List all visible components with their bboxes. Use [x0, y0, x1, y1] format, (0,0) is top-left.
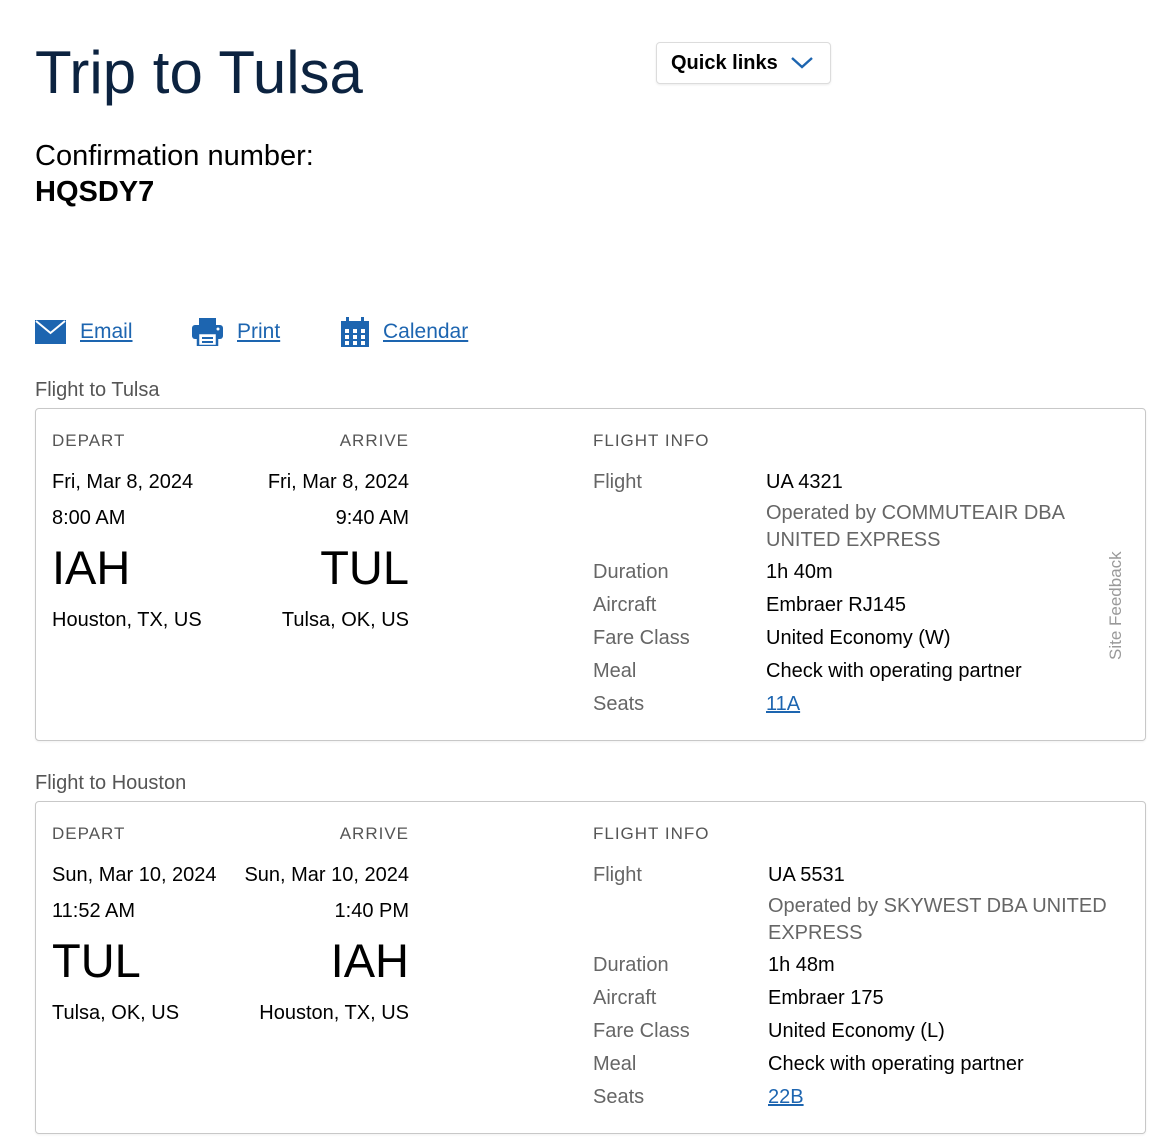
- arrive-date: Fri, Mar 8, 2024: [267, 471, 409, 493]
- email-link-label: Email: [80, 320, 133, 343]
- print-link-label: Print: [237, 320, 281, 343]
- print-link[interactable]: Print: [192, 314, 280, 350]
- operated-by: Operated by SKYWEST DBA UNITED EXPRESS: [768, 895, 1107, 944]
- meal-value: Check with operating partner: [766, 660, 1022, 682]
- depart-date: Sun, Mar 10, 2024: [52, 864, 217, 886]
- depart-airport-code: IAH: [52, 541, 131, 594]
- calendar-link[interactable]: Calendar: [341, 314, 468, 350]
- aircraft-value: Embraer RJ145: [766, 594, 907, 616]
- aircraft-label: Aircraft: [593, 594, 657, 616]
- quick-links-dropdown[interactable]: Quick links: [656, 42, 831, 84]
- confirmation-number: HQSDY7: [35, 176, 155, 208]
- depart-time: 8:00 AM: [52, 507, 126, 529]
- arrive-header: ARRIVE: [339, 824, 409, 843]
- aircraft-value: Embraer 175: [768, 987, 884, 1009]
- confirmation-label: Confirmation number:: [35, 140, 314, 172]
- duration-value: 1h 48m: [768, 954, 835, 976]
- meal-value: Check with operating partner: [768, 1053, 1024, 1075]
- duration-label: Duration: [593, 561, 669, 583]
- flight-info-header: FLIGHT INFO: [593, 431, 710, 450]
- arrive-city: Houston, TX, US: [259, 1002, 409, 1024]
- meal-label: Meal: [593, 660, 637, 682]
- fare-class-label: Fare Class: [593, 1020, 690, 1042]
- fare-class-label: Fare Class: [593, 627, 690, 649]
- section-title-flight-to-houston: Flight to Houston: [35, 772, 187, 794]
- flight-number: UA 5531: [768, 864, 845, 886]
- flight-card: DEPART ARRIVE FLIGHT INFO Fri, Mar 8, 20…: [35, 408, 1146, 741]
- flight-info-header: FLIGHT INFO: [593, 824, 710, 843]
- email-icon: [35, 320, 66, 344]
- operated-by: Operated by COMMUTEAIR DBA UNITED EXPRES…: [766, 502, 1064, 551]
- quick-links-label: Quick links: [671, 51, 778, 74]
- arrive-header: ARRIVE: [339, 431, 409, 450]
- depart-city: Houston, TX, US: [52, 609, 202, 631]
- duration-label: Duration: [593, 954, 669, 976]
- chevron-down-icon: [790, 56, 814, 70]
- flight-label: Flight: [593, 864, 642, 886]
- fare-class-value: United Economy (L): [768, 1020, 945, 1042]
- seats-label: Seats: [593, 1086, 645, 1108]
- depart-header: DEPART: [52, 431, 126, 450]
- seat-link[interactable]: 11A: [766, 693, 800, 716]
- seat-link[interactable]: 22B: [768, 1086, 804, 1109]
- depart-header: DEPART: [52, 824, 126, 843]
- calendar-icon: [341, 317, 369, 347]
- arrive-city: Tulsa, OK, US: [281, 609, 409, 631]
- fare-class-value: United Economy (W): [766, 627, 951, 649]
- flight-label: Flight: [593, 471, 642, 493]
- arrive-time: 1:40 PM: [334, 900, 409, 922]
- flight-card: DEPART ARRIVE FLIGHT INFO Sun, Mar 10, 2…: [35, 801, 1146, 1134]
- depart-city: Tulsa, OK, US: [52, 1002, 180, 1024]
- email-link[interactable]: Email: [35, 314, 133, 350]
- arrive-airport-code: TUL: [320, 541, 409, 594]
- seats-label: Seats: [593, 693, 645, 715]
- depart-time: 11:52 AM: [52, 900, 136, 922]
- site-feedback-tab[interactable]: Site Feedback: [1106, 551, 1126, 660]
- depart-date: Fri, Mar 8, 2024: [52, 471, 194, 493]
- aircraft-label: Aircraft: [593, 987, 657, 1009]
- depart-airport-code: TUL: [52, 934, 141, 987]
- meal-label: Meal: [593, 1053, 637, 1075]
- print-icon: [192, 318, 223, 346]
- section-title-flight-to-tulsa: Flight to Tulsa: [35, 379, 160, 401]
- calendar-link-label: Calendar: [383, 320, 469, 343]
- arrive-time: 9:40 AM: [335, 507, 409, 529]
- arrive-airport-code: IAH: [330, 934, 409, 987]
- flight-number: UA 4321: [766, 471, 843, 493]
- arrive-date: Sun, Mar 10, 2024: [244, 864, 409, 886]
- page-title: Trip to Tulsa: [35, 39, 363, 106]
- duration-value: 1h 40m: [766, 561, 833, 583]
